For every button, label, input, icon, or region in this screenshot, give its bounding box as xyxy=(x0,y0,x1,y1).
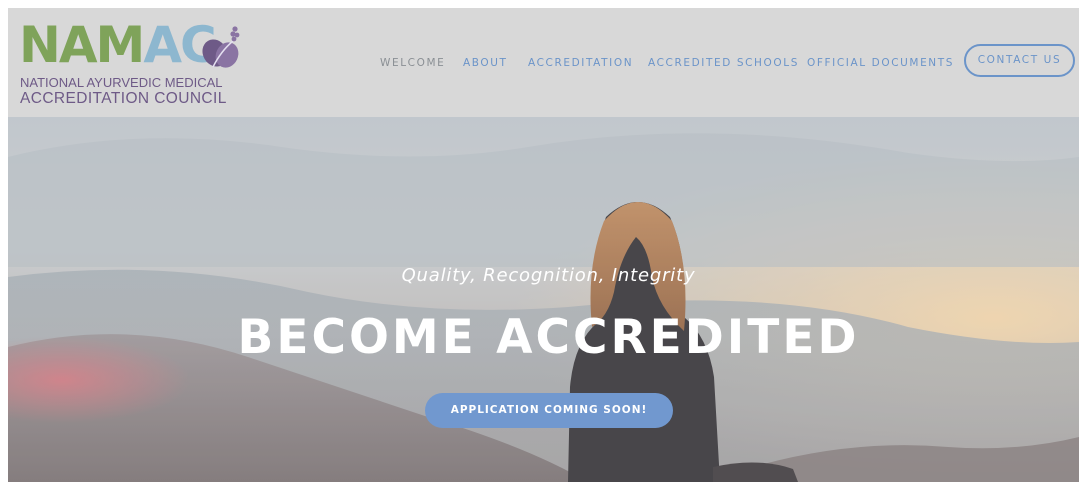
logo-subtitle-line1: NATIONAL AYURVEDIC MEDICAL xyxy=(20,75,223,90)
nav-accreditation[interactable]: ACCREDITATION xyxy=(528,55,633,71)
logo-subtitle-line2: ACCREDITATION COUNCIL xyxy=(20,90,227,107)
nav-official-documents[interactable]: OFFICIAL DOCUMENTS xyxy=(807,55,954,71)
contact-us-button[interactable]: CONTACT US xyxy=(964,44,1075,77)
hero-banner: Quality, Recognition, Integrity BECOME A… xyxy=(8,117,1079,482)
page-frame: NAMAC NATIONAL AYURVEDIC MEDICAL ACCREDI… xyxy=(8,8,1079,482)
hero-headline: BECOME ACCREDITED xyxy=(237,310,860,365)
nav-accredited-schools[interactable]: ACCREDITED SCHOOLS xyxy=(648,55,799,71)
application-coming-soon-button[interactable]: APPLICATION COMING SOON! xyxy=(425,393,673,428)
nav-welcome[interactable]: WELCOME xyxy=(380,55,445,71)
nav-about[interactable]: ABOUT xyxy=(463,55,508,71)
namac-logo[interactable]: NAMAC NATIONAL AYURVEDIC MEDICAL ACCREDI… xyxy=(19,16,240,112)
site-header: NAMAC NATIONAL AYURVEDIC MEDICAL ACCREDI… xyxy=(8,8,1079,117)
logo-wordmark: NAMAC xyxy=(19,16,217,74)
lavender-leaf-icon xyxy=(202,26,240,68)
logo-wordmark-part1: NAM xyxy=(19,16,145,74)
hero-tagline: Quality, Recognition, Integrity xyxy=(401,265,696,286)
